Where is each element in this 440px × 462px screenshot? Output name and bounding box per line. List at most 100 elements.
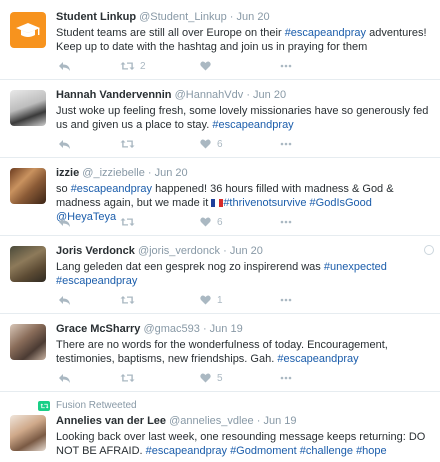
- hashtag-link[interactable]: #escapeandpray: [277, 353, 358, 365]
- more-dots-icon: [280, 376, 292, 380]
- like-button[interactable]: 6: [200, 217, 230, 228]
- hashtag-link[interactable]: #hope: [356, 445, 387, 457]
- tweet-text: There are no words for the wonderfulness…: [56, 338, 432, 366]
- retweet-button[interactable]: [120, 217, 160, 227]
- hashtag-link[interactable]: #challenge: [300, 445, 353, 457]
- retweet-button[interactable]: 2: [120, 61, 160, 72]
- hashtag-link[interactable]: #GodIsGood: [310, 197, 372, 209]
- separator: ·: [202, 323, 207, 335]
- reply-icon: [59, 139, 70, 149]
- separator: ·: [223, 245, 227, 257]
- more-button[interactable]: [280, 220, 292, 224]
- like-count: 1: [217, 294, 223, 306]
- reply-icon: [59, 295, 70, 305]
- avatar[interactable]: [10, 168, 46, 204]
- heart-icon: [200, 217, 211, 227]
- retweet-button[interactable]: [120, 373, 160, 383]
- timestamp[interactable]: Jun 20: [230, 245, 263, 257]
- timestamp[interactable]: Jun 19: [263, 415, 296, 427]
- tweet[interactable]: Joris Verdonck @joris_verdonck · Jun 20 …: [0, 236, 440, 314]
- retweet-context-label[interactable]: Fusion Retweeted: [56, 400, 137, 411]
- like-count: 6: [217, 216, 223, 228]
- author-name[interactable]: Annelies van der Lee: [56, 415, 166, 427]
- more-button[interactable]: [280, 142, 292, 146]
- author-name[interactable]: Student Linkup: [56, 11, 136, 23]
- separator: ·: [256, 415, 261, 427]
- reply-button[interactable]: [58, 139, 72, 150]
- author-name[interactable]: Grace McSharry: [56, 323, 140, 335]
- more-dots-icon: [280, 298, 292, 302]
- heart-icon: [200, 139, 211, 149]
- tweet-text: Looking back over last week, one resound…: [56, 430, 432, 458]
- reply-button[interactable]: [58, 373, 72, 384]
- tweet[interactable]: Grace McSharry @gmac593 · Jun 19 There a…: [0, 314, 440, 392]
- author-name[interactable]: izzie: [56, 167, 79, 179]
- graduation-cap-icon: [16, 23, 40, 37]
- author-name[interactable]: Joris Verdonck: [56, 245, 135, 257]
- reply-icon: [59, 373, 70, 383]
- author-handle[interactable]: @Student_Linkup: [139, 11, 227, 23]
- author-handle[interactable]: @joris_verdonck: [138, 245, 220, 257]
- timestamp[interactable]: Jun 20: [237, 11, 270, 23]
- text-segment: so: [56, 183, 71, 195]
- tweet-text: Student teams are still all over Europe …: [56, 26, 432, 54]
- retweet-button[interactable]: [120, 139, 160, 149]
- text-segment: Student teams are still all over Europe …: [56, 27, 285, 39]
- retweet-icon: [120, 374, 135, 382]
- hashtag-link[interactable]: #escapeandpray: [56, 275, 137, 287]
- tweet-actions: 1: [58, 293, 292, 307]
- heart-icon: [200, 295, 211, 305]
- hashtag-link[interactable]: #Godmoment: [230, 445, 297, 457]
- retweet-icon: [120, 140, 135, 148]
- heart-icon: [200, 373, 211, 383]
- more-button[interactable]: [280, 376, 292, 380]
- tweet-text: Just woke up feeling fresh, some lovely …: [56, 104, 432, 132]
- reply-button[interactable]: [58, 61, 72, 72]
- author-handle[interactable]: @gmac593: [143, 323, 199, 335]
- separator: ·: [246, 89, 250, 101]
- avatar[interactable]: [10, 415, 46, 451]
- france-flag-icon: [211, 199, 224, 207]
- tweet[interactable]: izzie @_izziebelle · Jun 20 so #escapean…: [0, 158, 440, 236]
- avatar[interactable]: [10, 324, 46, 360]
- like-button[interactable]: 6: [200, 139, 230, 150]
- author-handle[interactable]: @_izziebelle: [82, 167, 145, 179]
- like-button[interactable]: [200, 61, 230, 71]
- more-button[interactable]: [280, 64, 292, 68]
- hashtag-link[interactable]: #escapeandpray: [146, 445, 227, 457]
- retweet-count: 2: [140, 60, 146, 72]
- author-handle[interactable]: @annelies_vdlee: [169, 415, 254, 427]
- hashtag-link[interactable]: #unexpected: [324, 261, 387, 273]
- hashtag-link[interactable]: #thrivenotsurvive: [223, 197, 306, 209]
- separator: ·: [229, 11, 234, 23]
- avatar[interactable]: [10, 246, 46, 282]
- tweet-actions: 6: [58, 215, 292, 229]
- author-handle[interactable]: @HannahVdv: [175, 89, 244, 101]
- tweet[interactable]: Student Linkup @Student_Linkup · Jun 20 …: [0, 0, 440, 80]
- timestamp[interactable]: Jun 20: [155, 167, 188, 179]
- retweet-icon: [120, 296, 135, 304]
- more-button[interactable]: [280, 298, 292, 302]
- tweet[interactable]: Fusion Retweeted Annelies van der Lee @a…: [0, 392, 440, 462]
- avatar[interactable]: [10, 12, 46, 48]
- reply-button[interactable]: [58, 295, 72, 306]
- tweet-actions: 6: [58, 137, 292, 151]
- tweet[interactable]: Hannah Vandervennin @HannahVdv · Jun 20 …: [0, 80, 440, 158]
- hashtag-link[interactable]: #escapeandpray: [212, 119, 293, 131]
- author-name[interactable]: Hannah Vandervennin: [56, 89, 172, 101]
- text-segment: Lang geleden dat een gesprek nog zo insp…: [56, 261, 324, 273]
- tweet-text: Lang geleden dat een gesprek nog zo insp…: [56, 260, 432, 288]
- timestamp[interactable]: Jun 19: [210, 323, 243, 335]
- timestamp[interactable]: Jun 20: [253, 89, 286, 101]
- hashtag-link[interactable]: #escapeandpray: [71, 183, 152, 195]
- hashtag-link[interactable]: #escapeandpray: [285, 27, 366, 39]
- like-button[interactable]: 5: [200, 373, 230, 384]
- retweet-icon: [120, 218, 135, 226]
- reply-button[interactable]: [58, 217, 72, 228]
- reply-icon: [59, 61, 70, 71]
- separator: ·: [147, 167, 152, 179]
- retweet-icon: [120, 62, 135, 70]
- like-button[interactable]: 1: [200, 295, 230, 306]
- retweet-button[interactable]: [120, 295, 160, 305]
- avatar[interactable]: [10, 90, 46, 126]
